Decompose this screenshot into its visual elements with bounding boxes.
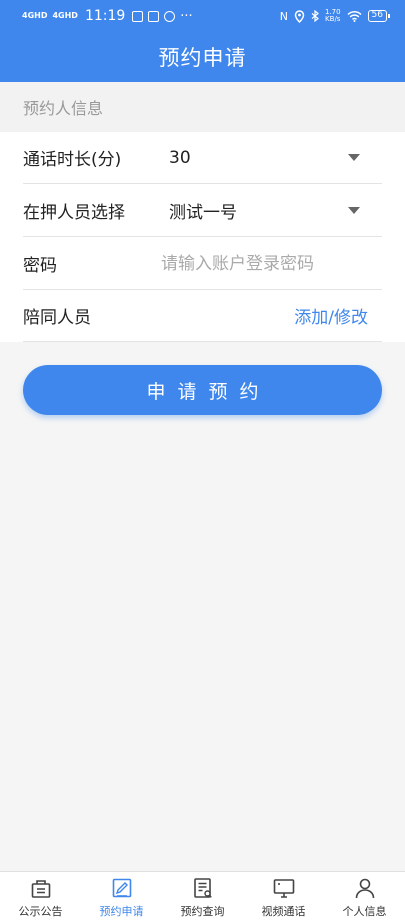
duration-label: 通话时长(分): [23, 150, 122, 170]
tab-appointment-query[interactable]: 预约查询: [162, 872, 243, 923]
tab-label: 个人信息: [342, 905, 387, 918]
password-input[interactable]: [161, 253, 382, 274]
bottom-tab-bar: 公示公告 预约申请 预约查询 视频通话 个人信息: [0, 871, 405, 923]
tab-label: 预约申请: [99, 905, 144, 918]
battery-indicator: 56: [367, 10, 391, 22]
tab-profile[interactable]: 个人信息: [324, 872, 405, 923]
person-icon: [355, 878, 374, 899]
detainee-value: 测试一号: [169, 203, 237, 223]
page-title: 预约申请: [158, 46, 247, 70]
status-left: 4GHD 4GHD 11:19 ···: [22, 8, 193, 24]
appointment-form: 通话时长(分) 30 在押人员选择 测试一号 密码 陪同人员 添加/修改: [0, 132, 405, 342]
chevron-down-icon: [348, 154, 360, 161]
edit-icon: [112, 878, 131, 898]
detainee-select[interactable]: 在押人员选择 测试一号: [23, 185, 382, 237]
more-notifications-icon: ···: [180, 8, 193, 24]
detainee-label: 在押人员选择: [23, 203, 125, 223]
nfc-icon: N: [279, 9, 288, 23]
chat-icon: [164, 10, 176, 22]
tab-label: 视频通话: [261, 905, 306, 918]
document-search-icon: [193, 878, 212, 898]
chevron-down-icon: [348, 207, 360, 214]
status-bar: 4GHD 4GHD 11:19 ··· N 1.70 KB/s 56: [0, 0, 405, 32]
location-icon: [294, 9, 305, 23]
companion-label: 陪同人员: [23, 308, 91, 328]
tab-appointment-apply[interactable]: 预约申请: [81, 872, 162, 923]
announcement-icon: [31, 880, 50, 898]
monitor-icon: [273, 879, 294, 898]
book-icon: [148, 10, 160, 22]
tab-video-call[interactable]: 视频通话: [243, 872, 324, 923]
signal-2-label: 4GHD: [52, 11, 78, 20]
network-speed: 1.70 KB/s: [325, 9, 341, 23]
tab-label: 公示公告: [18, 905, 63, 918]
page-header: 预约申请: [0, 32, 405, 82]
clock: 11:19: [84, 8, 126, 24]
duration-select[interactable]: 通话时长(分) 30: [23, 132, 382, 184]
submit-appointment-button[interactable]: 申请预约: [23, 365, 382, 415]
password-label: 密码: [23, 256, 57, 276]
duration-value: 30: [169, 147, 191, 168]
password-row: 密码: [23, 238, 382, 290]
companion-row: 陪同人员 添加/修改: [23, 290, 382, 342]
tab-announcements[interactable]: 公示公告: [0, 872, 81, 923]
status-right: N 1.70 KB/s 56: [279, 9, 391, 23]
tab-label: 预约查询: [180, 905, 225, 918]
notification-icon: [132, 10, 144, 22]
wifi-icon: [347, 10, 362, 22]
edit-companion-link[interactable]: 添加/修改: [294, 303, 368, 328]
signal-1-label: 4GHD: [22, 11, 48, 20]
section-title: 预约人信息: [0, 82, 405, 132]
speed-unit: KB/s: [325, 15, 341, 23]
bluetooth-icon: [311, 9, 319, 22]
